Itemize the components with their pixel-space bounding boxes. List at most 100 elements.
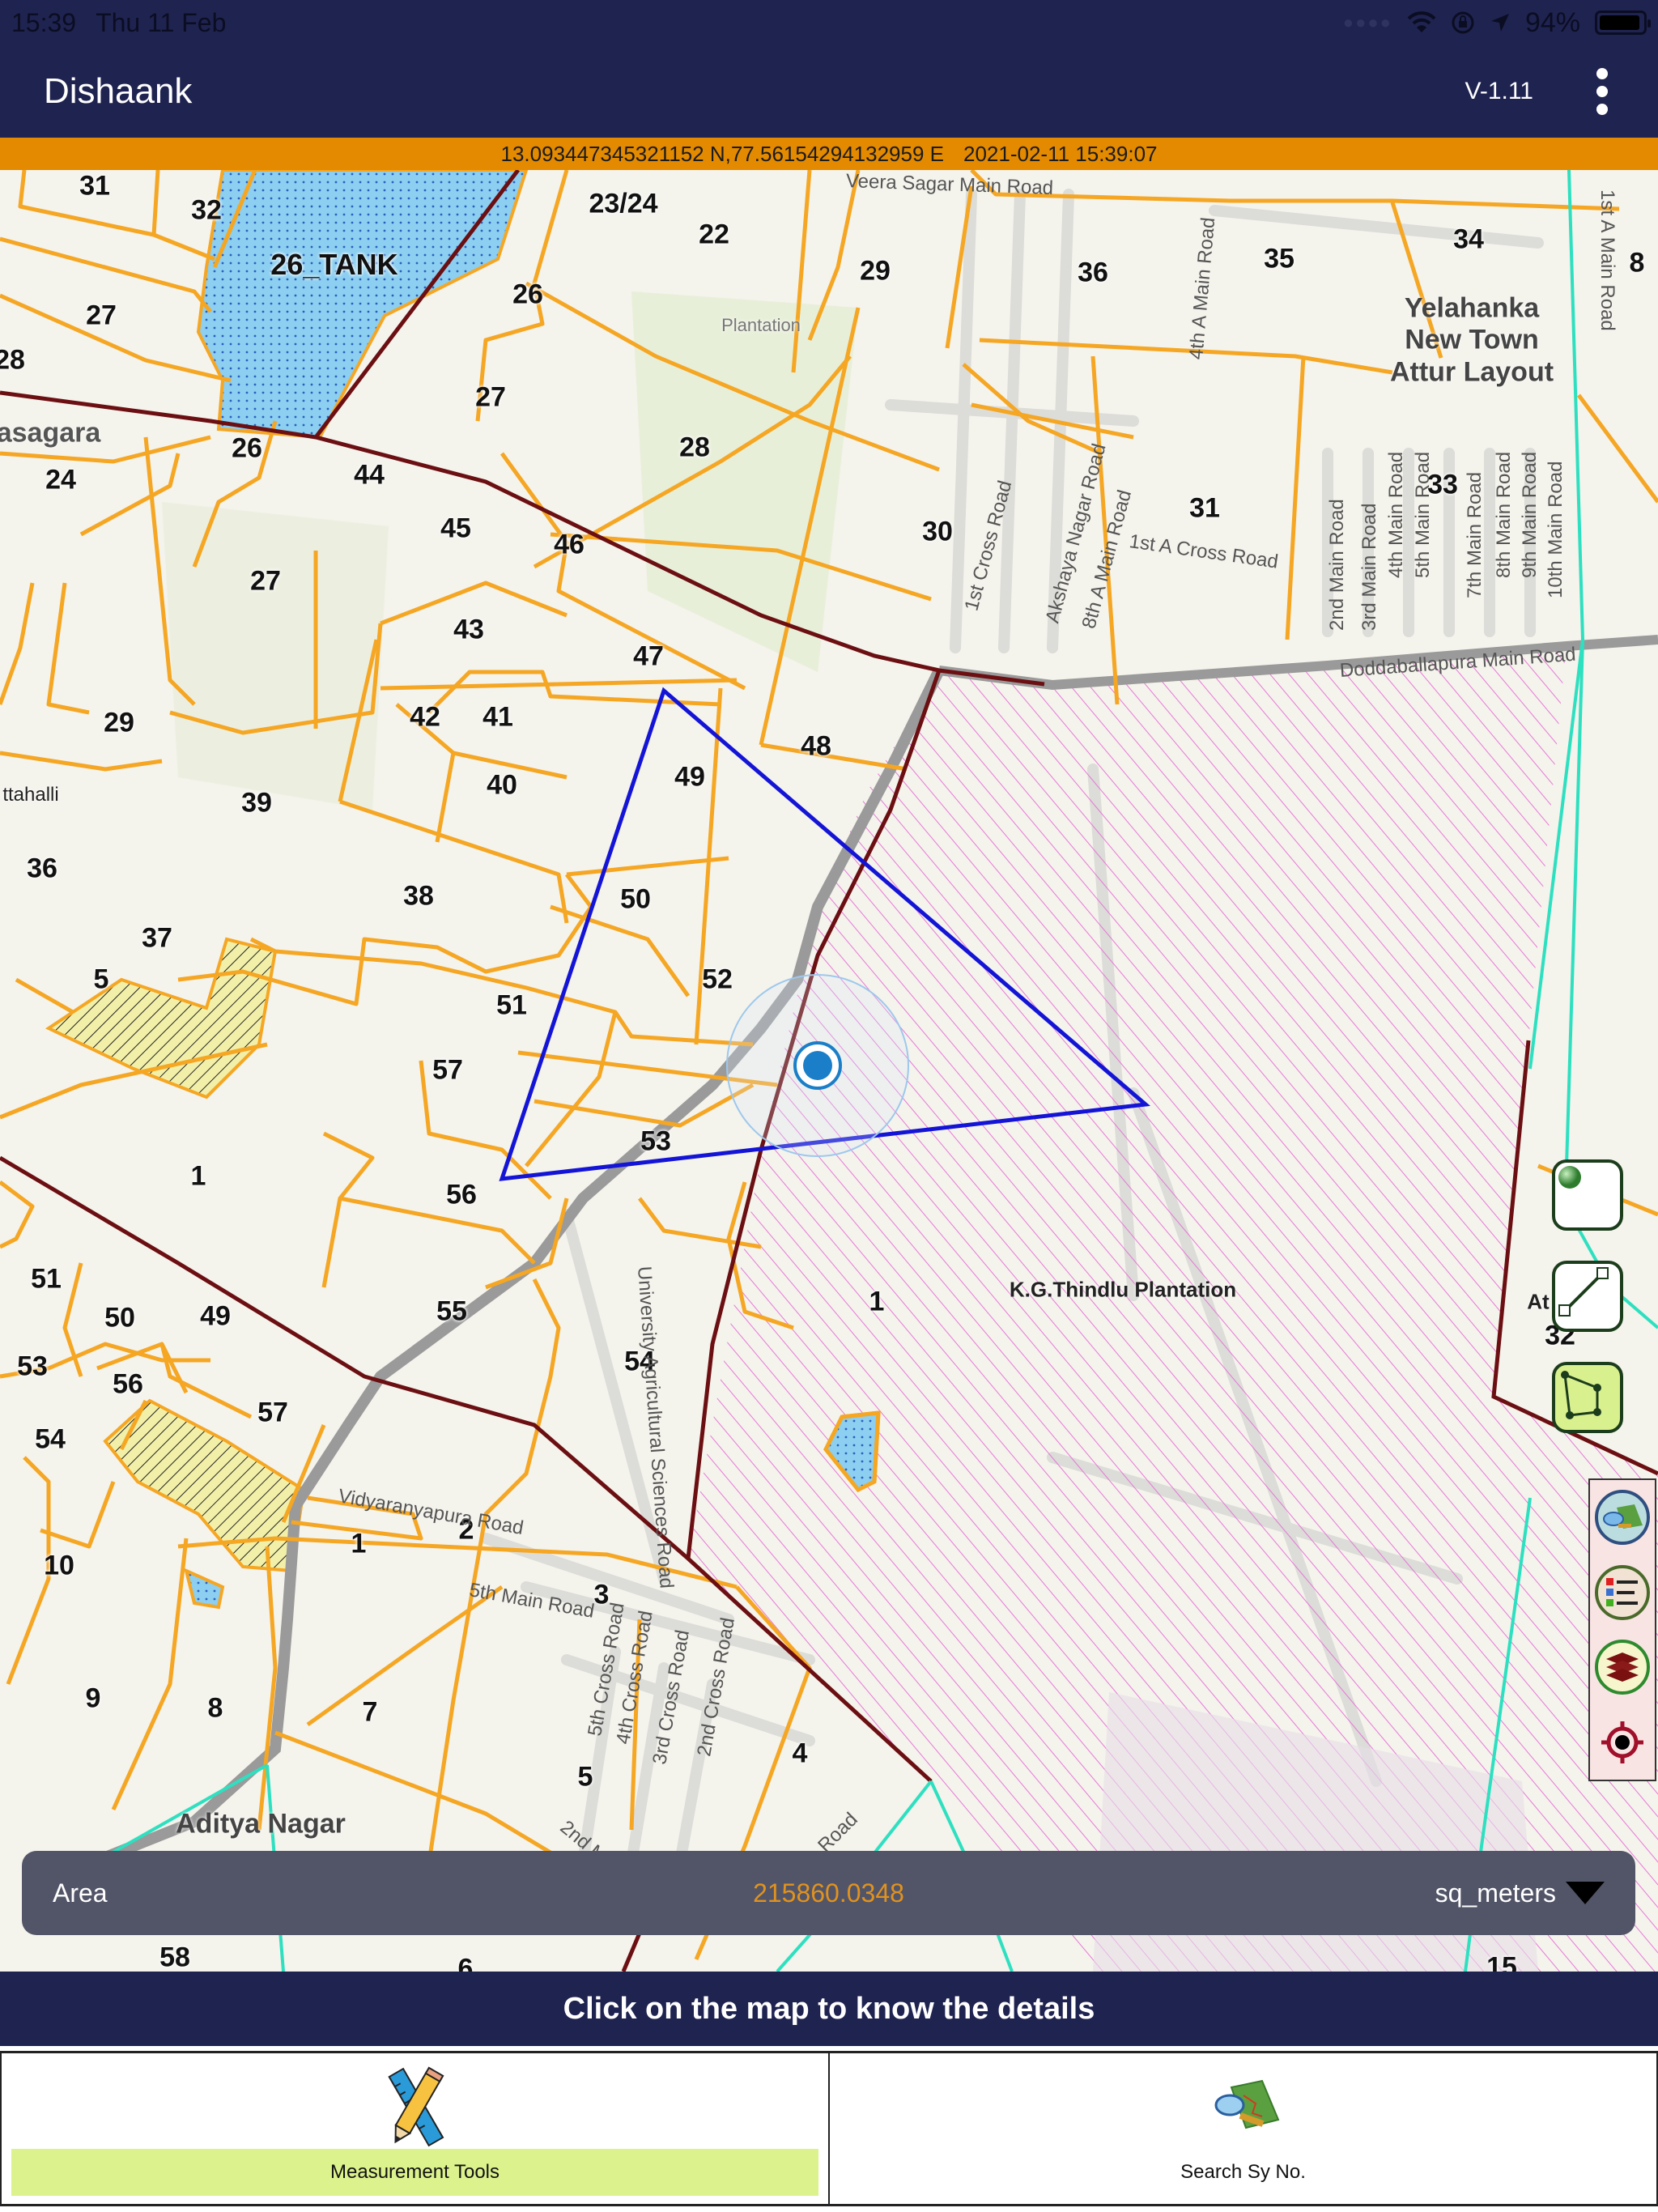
layers-icon [1606, 1653, 1639, 1682]
layers-button[interactable] [1595, 1640, 1650, 1695]
parcel-label[interactable]: 39 [241, 788, 272, 819]
point-tool-button[interactable] [1552, 1159, 1623, 1231]
locate-me-button[interactable] [1595, 1715, 1650, 1770]
line-tool-button[interactable] [1552, 1261, 1623, 1332]
parcel-label[interactable]: 49 [200, 1301, 231, 1333]
parcel-label[interactable]: 50 [104, 1303, 135, 1334]
parcel-label[interactable]: 58 [159, 1942, 190, 1972]
info-bar: Click on the map to know the details [0, 1972, 1658, 2046]
info-message: Click on the map to know the details [563, 1991, 1095, 2026]
parcel-label[interactable]: 49 [674, 762, 705, 793]
parcel-label[interactable]: 32 [191, 195, 222, 227]
parcel-label[interactable]: 51 [496, 990, 527, 1022]
map-side-panel [1588, 1478, 1656, 1781]
app-header: Dishaank V-1.11 [0, 45, 1658, 138]
parcel-label[interactable]: 7 [363, 1697, 378, 1729]
parcel-label[interactable]: 38 [403, 881, 434, 912]
parcel-label[interactable]: 23/24 [589, 189, 657, 220]
place-label-new-town: New Town [1405, 324, 1539, 355]
parcel-label[interactable]: 1 [869, 1287, 885, 1318]
parcel-label[interactable]: 57 [257, 1397, 288, 1429]
parcel-label[interactable]: 26 [512, 279, 543, 311]
parcel-label[interactable]: 45 [440, 513, 471, 545]
parcel-label[interactable]: 52 [702, 964, 733, 996]
parcel-label[interactable]: 29 [860, 256, 891, 287]
parcel-label[interactable]: 8 [208, 1693, 223, 1725]
parcel-label[interactable]: 28 [0, 345, 25, 376]
parcel-label[interactable]: 4 [793, 1738, 808, 1770]
parcel-label[interactable]: 8 [1630, 248, 1645, 279]
parcel-label[interactable]: 29 [104, 708, 134, 739]
signal-dots-icon: ●●●● [1342, 12, 1392, 32]
kebab-menu-icon[interactable] [1590, 65, 1614, 118]
status-bar: 15:39 Thu 11 Feb ●●●● 94% [0, 0, 1658, 45]
timestamp-readout: 2021-02-11 15:39:07 [963, 141, 1158, 166]
tank-label[interactable]: 26_TANK [270, 248, 397, 282]
parcel-label[interactable]: 56 [113, 1369, 143, 1401]
map-canvas[interactable]: 31 32 23/24 22 29 36 35 34 8 26 27 28 26… [0, 170, 1658, 1972]
legend-button[interactable] [1595, 1564, 1650, 1620]
parcel-label[interactable]: 27 [250, 566, 281, 598]
parcel-label[interactable]: 56 [446, 1180, 477, 1211]
parcel-label[interactable]: 37 [142, 923, 172, 955]
rotation-lock-icon [1452, 11, 1474, 34]
place-label-kg-thindlu-plantation: K.G.Thindlu Plantation [1009, 1277, 1237, 1302]
parcel-label[interactable]: 35 [1264, 244, 1295, 275]
search-map-icon [1603, 1504, 1643, 1529]
road-label: 2nd Main Road [1326, 499, 1348, 631]
parcel-label[interactable]: 1 [191, 1161, 206, 1193]
parcel-label[interactable]: 5 [94, 964, 109, 996]
app-title: Dishaank [44, 71, 193, 111]
parcel-label[interactable]: 40 [487, 770, 517, 802]
polygon-tool-button[interactable] [1552, 1362, 1623, 1433]
parcel-label[interactable]: 31 [1189, 493, 1220, 525]
parcel-label[interactable]: 24 [45, 465, 76, 496]
road-label: 8th Main Road [1493, 451, 1515, 578]
legend-icon [1606, 1577, 1638, 1606]
road-label: 4th Main Road [1385, 451, 1407, 578]
parcel-label[interactable]: 9 [86, 1683, 101, 1715]
parcel-label[interactable]: 47 [633, 641, 664, 673]
line-icon [1558, 1267, 1609, 1317]
parcel-label[interactable]: 55 [436, 1296, 467, 1328]
units-dropdown[interactable]: sq_meters [1435, 1878, 1605, 1908]
parcel-label[interactable]: 54 [35, 1424, 66, 1456]
parcel-label[interactable]: 6 [458, 1954, 474, 1972]
parcel-label[interactable]: 53 [17, 1351, 48, 1383]
parcel-label[interactable]: 1 [351, 1529, 367, 1560]
road-label: 1st A Main Road [1596, 189, 1618, 331]
parcel-label[interactable]: 46 [554, 530, 585, 561]
parcel-label[interactable]: 48 [801, 731, 831, 763]
polygon-icon [1561, 1371, 1601, 1419]
nav-search-sy-no[interactable]: Search Sy No. [830, 2053, 1658, 2204]
parcel-label[interactable]: 36 [27, 853, 57, 885]
parcel-label[interactable]: 15 [1486, 1952, 1517, 1972]
parcel-label[interactable]: 53 [640, 1126, 671, 1158]
parcel-label[interactable]: 36 [1078, 257, 1108, 289]
coordinate-bar: 13.093447345321152 N,77.56154294132959 E… [0, 138, 1658, 170]
parcel-label[interactable]: 42 [410, 702, 440, 734]
search-map-button[interactable] [1595, 1490, 1650, 1546]
parcel-label[interactable]: 43 [453, 615, 484, 646]
parcel-label[interactable]: 22 [699, 219, 729, 251]
nav-measurement-tools-label: Measurement Tools [11, 2149, 818, 2196]
parcel-label[interactable]: 30 [922, 517, 953, 548]
locate-me-icon [1601, 1721, 1643, 1763]
parcel-label[interactable]: 50 [620, 884, 651, 916]
parcel-label[interactable]: 44 [354, 460, 385, 491]
parcel-label[interactable]: 10 [44, 1551, 74, 1582]
parcel-label[interactable]: 34 [1453, 224, 1484, 256]
parcel-label[interactable]: 27 [475, 382, 506, 414]
parcel-label[interactable]: 51 [31, 1264, 62, 1295]
parcel-label[interactable]: 5 [578, 1762, 593, 1793]
parcel-label[interactable]: 41 [483, 702, 513, 734]
app-root: 15:39 Thu 11 Feb ●●●● 94% Dishaank V-1.1… [0, 0, 1658, 2212]
parcel-label[interactable]: 31 [79, 171, 110, 202]
parcel-label[interactable]: 28 [679, 432, 710, 464]
parcel-label[interactable]: 57 [432, 1055, 463, 1087]
parcel-label[interactable]: 27 [86, 300, 117, 332]
search-survey-map-icon [1199, 2063, 1288, 2152]
nav-measurement-tools[interactable]: Measurement Tools [2, 2053, 830, 2204]
status-date: Thu 11 Feb [96, 7, 227, 37]
area-result-panel: Area 215860.0348 sq_meters [22, 1851, 1635, 1935]
